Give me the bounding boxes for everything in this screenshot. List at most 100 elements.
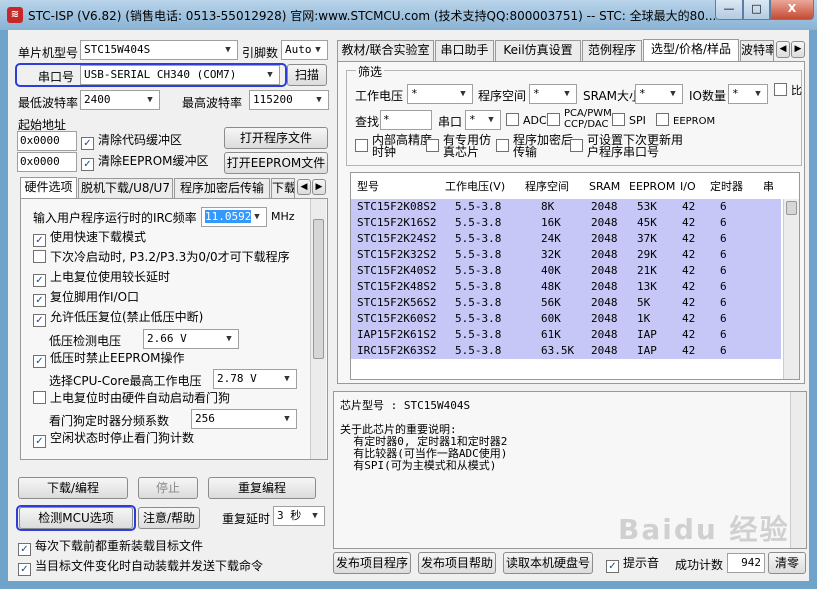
internal-clock-checkbox[interactable]: 内部高精度时钟	[355, 134, 433, 160]
tab-keil-simulation[interactable]: Keil仿真设置	[495, 40, 581, 61]
table-row[interactable]: STC15F2K32S2 5.5-3.8 32K 2048 29K 42 6	[351, 247, 781, 263]
irc-frequency-select[interactable]: 11.0592 ▼	[201, 207, 267, 227]
tab-offline-download[interactable]: 脱机下载/U8/U7	[78, 178, 173, 199]
low-voltage-reset-checkbox[interactable]: ✓ 允许低压复位(禁止低压中断)	[33, 310, 203, 327]
tab-encrypted-transfer[interactable]: 程序加密后传输	[174, 178, 270, 199]
open-eeprom-file-button[interactable]: 打开EEPROM文件	[224, 152, 328, 174]
detect-mcu-options-button[interactable]: 检测MCU选项	[19, 507, 133, 529]
table-cell: 6	[720, 232, 727, 245]
eeprom-checkbox[interactable]: EEPROM	[656, 113, 715, 129]
sram-filter-select[interactable]: * ▼	[635, 84, 683, 104]
tab-hardware-options[interactable]: 硬件选项	[20, 177, 77, 199]
comparator-checkbox[interactable]: 比较器(可当作掉电检测)	[774, 83, 802, 99]
pca-pwm-checkbox[interactable]: PCA/PWM CCP/DAC	[547, 108, 617, 132]
table-row[interactable]: STC15F2K56S2 5.5-3.8 56K 2048 5K 42 6	[351, 295, 781, 311]
col-io[interactable]: I/O	[680, 179, 696, 195]
table-row[interactable]: STC15F2K48S2 5.5-3.8 48K 2048 13K 42 6	[351, 279, 781, 295]
next-update-port-checkbox[interactable]: 可设置下次更新用户程序串口号	[570, 134, 690, 160]
filter-group-title: 筛选	[356, 63, 385, 80]
col-eeprom[interactable]: EEPROM	[629, 179, 675, 195]
table-row[interactable]: IRC15F2K63S2 5.5-3.8 63.5K 2048 IAP 42 6	[351, 343, 781, 359]
find-input[interactable]: *	[380, 110, 432, 130]
table-row[interactable]: IAP15F2K61S2 5.5-3.8 61K 2048 IAP 42 6	[351, 327, 781, 343]
notes-help-button[interactable]: 注意/帮助	[138, 507, 200, 529]
clear-code-checkbox[interactable]: ✓ 清除代码缓冲区	[81, 133, 182, 150]
reload-before-download-checkbox[interactable]: ✓ 每次下载前都重新装载目标文件	[18, 539, 203, 556]
table-scrollbar[interactable]	[783, 199, 799, 379]
tab-scroll-right-icon[interactable]: ▶	[312, 179, 326, 195]
checkbox-check-icon: ✓	[33, 314, 46, 327]
reset-pin-io-checkbox[interactable]: ✓ 复位脚用作I/O口	[33, 290, 139, 307]
table-row[interactable]: STC15F2K08S2 5.5-3.8 8K 2048 53K 42 6	[351, 199, 781, 215]
tab-scroll-right-icon[interactable]: ▶	[791, 41, 805, 58]
serial-port-select[interactable]: USB-SERIAL CH340 (COM7) ▼	[80, 65, 280, 85]
open-program-file-button[interactable]: 打开程序文件	[224, 127, 328, 149]
low-voltage-select[interactable]: 2.66 V ▼	[143, 329, 239, 349]
tab-baud-rate[interactable]: 波特率	[740, 40, 774, 61]
download-program-button[interactable]: 下载/编程	[18, 477, 128, 499]
tab-textbook-lab[interactable]: 教材/联合实验室	[337, 40, 434, 61]
watchdog-prescaler-select[interactable]: 256 ▼	[191, 409, 297, 429]
tab-serial-assistant[interactable]: 串口助手	[435, 40, 494, 61]
info-scrollbar[interactable]	[790, 392, 806, 548]
scan-button[interactable]: 扫描	[287, 64, 327, 86]
scroll-thumb[interactable]	[313, 219, 324, 359]
table-cell: 42	[682, 296, 696, 309]
col-uart[interactable]: 串	[763, 179, 774, 195]
idle-stop-watchdog-checkbox[interactable]: ✓ 空闲状态时停止看门狗计数	[33, 431, 194, 448]
spi-checkbox[interactable]: SPI	[612, 113, 646, 129]
cpu-core-voltage-select[interactable]: 2.78 V ▼	[213, 369, 297, 389]
repeat-delay-select[interactable]: 3 秒 ▼	[273, 506, 325, 526]
col-model[interactable]: 型号	[357, 179, 379, 195]
uart-filter-select[interactable]: * ▼	[465, 110, 501, 130]
chip-model-select[interactable]: STC15W404S ▼	[80, 40, 238, 60]
tab-selection-price[interactable]: 选型/价格/样品	[643, 39, 739, 61]
program-space-filter-select[interactable]: * ▼	[529, 84, 577, 104]
tab-scroll-left-icon[interactable]: ◀	[776, 41, 790, 58]
table-row[interactable]: STC15F2K16S2 5.5-3.8 16K 2048 45K 42 6	[351, 215, 781, 231]
auto-load-send-checkbox[interactable]: ✓ 当目标文件变化时自动装载并发送下载命令	[18, 559, 263, 576]
lv-disable-eeprom-checkbox[interactable]: ✓ 低压时禁止EEPROM操作	[33, 351, 185, 368]
scroll-thumb[interactable]	[786, 201, 797, 215]
pin-count-select[interactable]: Auto ▼	[281, 40, 328, 60]
chevron-down-icon: ▼	[670, 89, 676, 99]
tab-download-more[interactable]: 下载	[271, 178, 295, 199]
publish-project-program-button[interactable]: 发布项目程序	[333, 552, 411, 574]
dedicated-sim-chip-checkbox[interactable]: 有专用仿真芯片	[426, 134, 502, 160]
table-row[interactable]: STC15F2K40S2 5.5-3.8 40K 2048 21K 42 6	[351, 263, 781, 279]
col-sram[interactable]: SRAM	[589, 179, 620, 195]
stop-button[interactable]: 停止	[138, 477, 198, 499]
close-button[interactable]: X	[770, 0, 814, 20]
maximize-button[interactable]: □	[743, 0, 770, 20]
clear-count-button[interactable]: 清零	[768, 552, 806, 574]
fast-download-checkbox[interactable]: ✓ 使用快速下载模式	[33, 230, 146, 247]
table-cell: 5K	[637, 296, 651, 309]
code-start-address-input[interactable]: 0x0000	[17, 131, 77, 151]
tab-scroll-left-icon[interactable]: ◀	[297, 179, 311, 195]
minimize-button[interactable]: —	[715, 0, 743, 20]
encrypted-transfer-checkbox[interactable]: 程序加密后传输	[496, 134, 576, 160]
col-program-space[interactable]: 程序空间	[525, 179, 569, 195]
clear-eeprom-checkbox[interactable]: ✓ 清除EEPROM缓冲区	[81, 154, 209, 171]
max-baud-value: 115200	[253, 93, 293, 106]
adc-checkbox[interactable]: ADC	[506, 113, 547, 129]
io-filter-select[interactable]: * ▼	[728, 84, 768, 104]
publish-project-help-button[interactable]: 发布项目帮助	[418, 552, 496, 574]
voltage-filter-select[interactable]: * ▼	[407, 84, 473, 104]
tab-sample-programs[interactable]: 范例程序	[582, 40, 642, 61]
read-disk-serial-button[interactable]: 读取本机硬盘号	[503, 552, 593, 574]
beep-checkbox[interactable]: ✓ 提示音	[606, 556, 659, 573]
table-row[interactable]: STC15F2K60S2 5.5-3.8 60K 2048 1K 42 6	[351, 311, 781, 327]
long-reset-delay-checkbox[interactable]: ✓ 上电复位使用较长延时	[33, 270, 170, 287]
eeprom-start-address-input[interactable]: 0x0000	[17, 152, 77, 172]
hw-watchdog-checkbox[interactable]: 上电复位时由硬件自动启动看门狗	[33, 391, 230, 407]
col-timer[interactable]: 定时器	[710, 179, 743, 195]
hardware-options-scrollbar[interactable]	[310, 199, 326, 459]
spi-label: SPI	[629, 114, 646, 127]
table-row[interactable]: STC15F2K24S2 5.5-3.8 24K 2048 37K 42 6	[351, 231, 781, 247]
cold-start-p32-checkbox[interactable]: 下次冷启动时, P3.2/P3.3为0/0才可下载程序	[33, 250, 290, 266]
min-baud-select[interactable]: 2400 ▼	[80, 90, 160, 110]
col-voltage[interactable]: 工作电压(V)	[445, 179, 505, 195]
max-baud-select[interactable]: 115200 ▼	[249, 90, 329, 110]
repeat-program-button[interactable]: 重复编程	[208, 477, 316, 499]
